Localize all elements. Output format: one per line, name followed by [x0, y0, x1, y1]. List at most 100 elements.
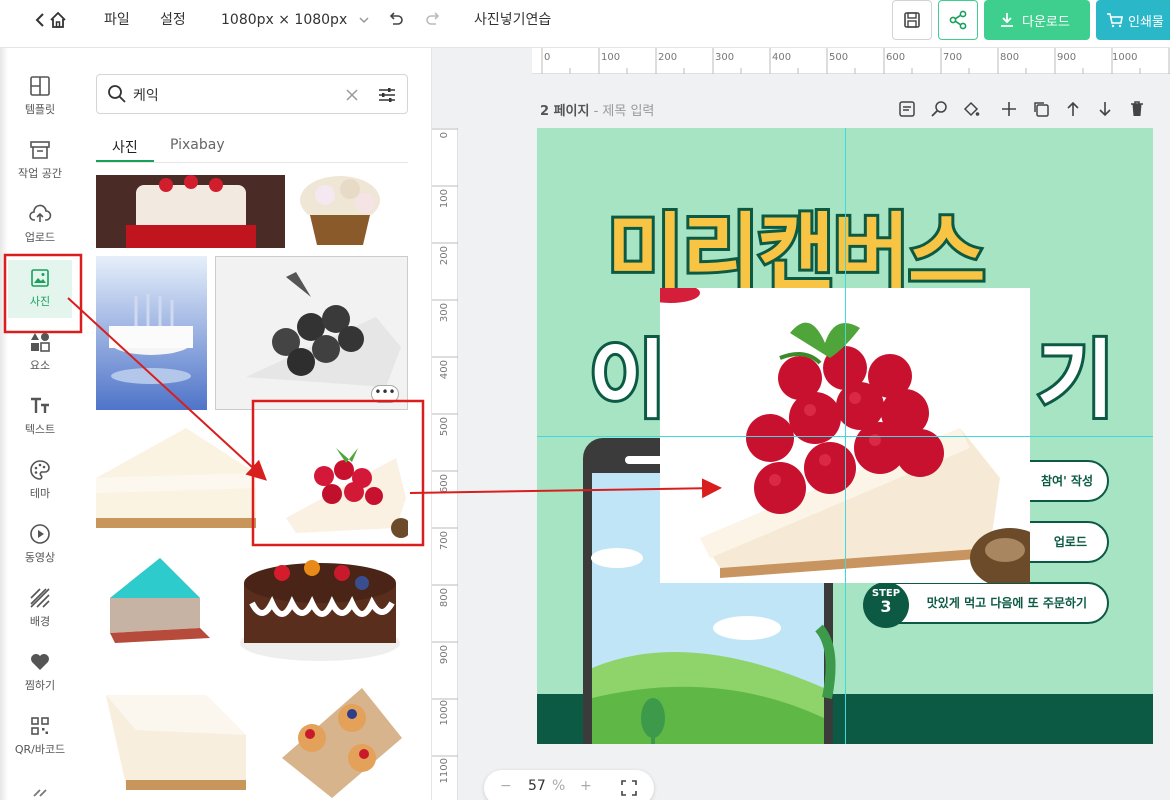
cake-thumbnail-image: [96, 175, 285, 248]
mint-cake-thumbnail-image: [100, 548, 215, 643]
chevron-left-icon[interactable]: [30, 10, 50, 30]
tab-pixabay[interactable]: Pixabay: [170, 137, 225, 153]
page-title-placeholder[interactable]: 제목 입력: [602, 104, 654, 119]
collapse-icon[interactable]: [30, 788, 50, 800]
qr-icon: [31, 717, 49, 735]
rail-item-elements[interactable]: 요소: [8, 324, 72, 382]
rail-item-upload[interactable]: 업로드: [8, 196, 72, 254]
print-button[interactable]: 인쇄물: [1096, 0, 1170, 40]
design-canvas[interactable]: 미리캔버스 이 기 참여' 작성 업로드 맛있게 먹고 다음에 또 주문하기 S…: [537, 128, 1153, 744]
active-tab-indicator: [96, 160, 154, 162]
rail-item-template[interactable]: 템플릿: [8, 68, 72, 126]
photo-thumbnail[interactable]: [232, 543, 408, 665]
download-button[interactable]: 다운로드: [984, 0, 1090, 40]
rail-label: 템플릿: [24, 103, 56, 116]
rail-label: 작업 공간: [18, 167, 62, 180]
zoom-out-button[interactable]: −: [500, 778, 512, 794]
photo-thumbnail[interactable]: [96, 256, 207, 410]
vertical-ruler: 0 100 200 300 400 500 600 700 800 900 10…: [432, 128, 458, 800]
rail-label: QR/바코드: [14, 743, 66, 756]
headline2-right-text[interactable]: 기: [1034, 313, 1117, 434]
delete-page-icon[interactable]: [1128, 100, 1146, 118]
cloud-upload-icon: [29, 204, 52, 222]
move-up-icon[interactable]: [1064, 100, 1082, 118]
play-circle-icon: [30, 524, 50, 544]
headline2-left-text[interactable]: 이: [586, 313, 669, 434]
page-number: 2 페이지: [540, 104, 590, 119]
document-title[interactable]: 사진넣기연습: [474, 0, 551, 40]
rail-item-text[interactable]: 텍스트: [8, 388, 72, 446]
more-options-button[interactable]: •••: [371, 385, 399, 403]
palette-icon: [30, 460, 50, 480]
step3-badge: STEP 3: [863, 582, 909, 628]
rail-item-favorites[interactable]: 찜하기: [8, 644, 72, 702]
ruler-label: 1000: [439, 700, 450, 726]
search-input[interactable]: [133, 84, 333, 106]
home-icon[interactable]: [48, 10, 68, 30]
rail-label: 텍스트: [24, 423, 56, 436]
tab-photo[interactable]: 사진: [112, 137, 138, 157]
save-button[interactable]: [892, 0, 932, 40]
archive-icon: [30, 141, 50, 159]
filter-icon[interactable]: [377, 85, 397, 105]
duplicate-page-icon[interactable]: [1032, 100, 1050, 118]
fullscreen-icon[interactable]: [620, 779, 638, 797]
horizontal-guide-line: [537, 436, 1153, 437]
download-label: 다운로드: [1022, 14, 1070, 30]
step1-text: 참여' 작성: [1040, 474, 1093, 488]
ruler-label: 200: [439, 246, 450, 266]
ruler-label: 1000: [1112, 52, 1138, 63]
photo-thumbnail-highlighted[interactable]: [266, 418, 408, 542]
ruler-label: 300: [715, 52, 735, 63]
ruler-label: 900: [439, 645, 450, 665]
ruler-label: 600: [439, 474, 450, 494]
photo-thumbnail[interactable]: [96, 418, 258, 530]
rail-item-workspace[interactable]: 작업 공간: [8, 132, 72, 190]
birthday-cake-thumbnail-image: [96, 256, 207, 410]
chevron-down-icon: [359, 17, 369, 24]
canvas-size-label: 1080px × 1080px: [221, 12, 348, 28]
photo-thumbnail[interactable]: [295, 175, 408, 248]
rail-item-qr[interactable]: QR/바코드: [8, 708, 72, 766]
rail-item-video[interactable]: 동영상: [8, 516, 72, 574]
ruler-label: 200: [658, 52, 678, 63]
rail-item-theme[interactable]: 테마: [8, 452, 72, 510]
rail-label: 업로드: [24, 231, 56, 244]
rail-item-photo[interactable]: 사진: [8, 260, 72, 318]
photo-thumbnail[interactable]: [96, 675, 256, 800]
fill-bucket-icon[interactable]: [962, 100, 980, 118]
photo-thumbnail[interactable]: [100, 548, 215, 643]
ruler-label: 0: [544, 52, 551, 63]
chocolate-cake-thumbnail-image: [232, 543, 408, 665]
clear-icon[interactable]: [345, 88, 359, 102]
canvas-size-dropdown[interactable]: 1080px × 1080px: [221, 0, 370, 40]
photo-thumbnail[interactable]: [272, 678, 408, 800]
photo-thumbnail[interactable]: [96, 175, 285, 248]
move-down-icon[interactable]: [1096, 100, 1114, 118]
step3-text: 맛있게 먹고 다음에 또 주문하기: [926, 596, 1087, 610]
raspberry-cheesecake-thumbnail-image: [266, 418, 408, 542]
redo-icon[interactable]: [423, 10, 443, 30]
heart-icon: [31, 654, 49, 670]
zoom-in-button[interactable]: +: [580, 778, 592, 794]
fruit-tart-thumbnail-image: [272, 678, 408, 800]
ruler-label: 800: [439, 588, 450, 608]
menu-settings[interactable]: 설정: [160, 0, 186, 40]
template-icon: [30, 76, 50, 96]
memo-icon[interactable]: [898, 100, 916, 118]
add-page-icon[interactable]: [1000, 100, 1018, 118]
zoom-value[interactable]: 57: [528, 778, 546, 794]
left-rail: 템플릿 작업 공간 업로드 사진 요소 텍스트 테마 동영상 배경 찜하기 QR…: [0, 48, 82, 800]
page-header[interactable]: 2 페이지 - 제목 입력: [540, 100, 654, 119]
ruler-label: 400: [439, 360, 450, 380]
ruler-label: 500: [439, 417, 450, 437]
rail-item-background[interactable]: 배경: [8, 580, 72, 638]
rail-label: 사진: [29, 295, 51, 308]
more-dots-icon: •••: [374, 385, 396, 399]
menu-file[interactable]: 파일: [104, 0, 130, 40]
share-button[interactable]: [938, 0, 978, 40]
undo-icon[interactable]: [386, 10, 406, 30]
photo-thumbnail[interactable]: •••: [215, 256, 408, 410]
magic-eraser-icon[interactable]: [930, 100, 948, 118]
ruler-label: 700: [943, 52, 963, 63]
